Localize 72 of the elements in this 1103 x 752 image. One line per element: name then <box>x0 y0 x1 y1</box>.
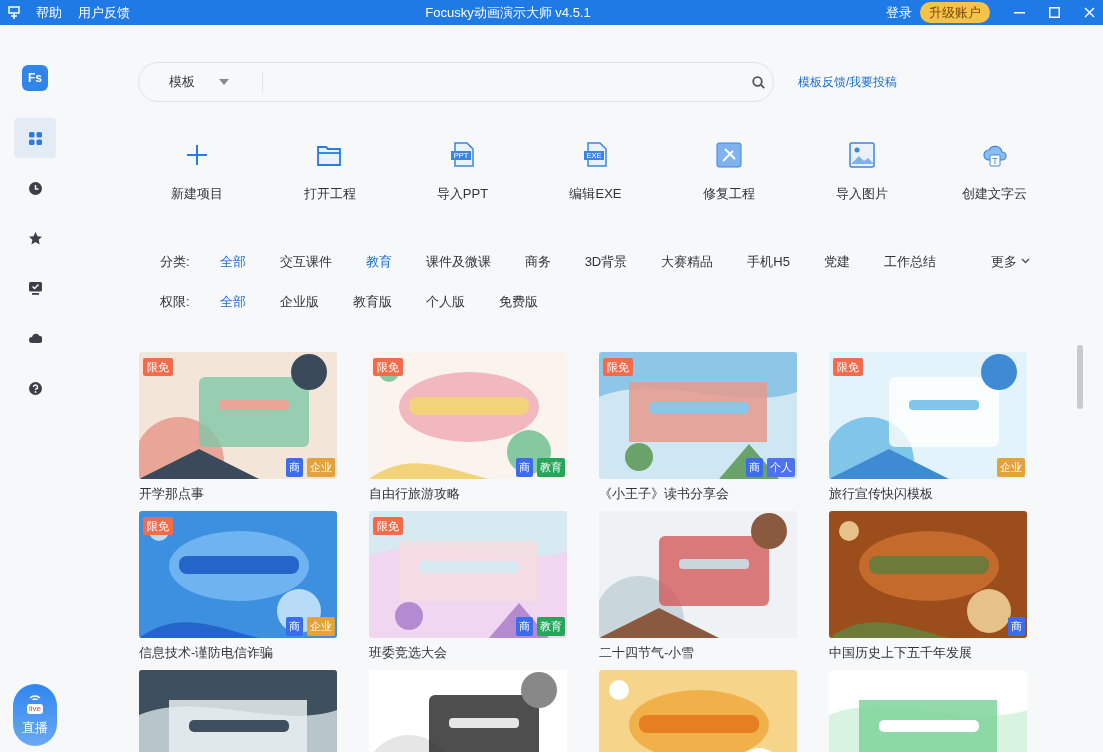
category-tab[interactable]: 课件及微课 <box>425 251 491 271</box>
tag-badge: 商 <box>516 617 533 636</box>
template-title: 开学那点事 <box>139 485 205 503</box>
template-title: 自由行旅游攻略 <box>369 485 461 503</box>
tag-badge: 企业 <box>997 458 1025 477</box>
template-title: 旅行宣传快闪模板 <box>829 485 934 503</box>
tag-badge: 教育 <box>537 458 565 477</box>
live-badge: live <box>27 704 43 715</box>
tag-badge: 商 <box>1008 617 1025 636</box>
feedback-link[interactable]: 模板反馈/我要投稿 <box>798 73 898 91</box>
tag-badge: 企业 <box>307 617 335 636</box>
clock-icon <box>28 181 42 195</box>
template-title: 班委竞选大会 <box>369 644 448 662</box>
template-title: 信息技术-谨防电信诈骗 <box>139 644 275 662</box>
tag-badge: 教育 <box>537 617 565 636</box>
pin-icon[interactable] <box>8 6 20 19</box>
category-label: 分类: <box>160 252 190 271</box>
permission-tab[interactable]: 教育版 <box>352 292 392 312</box>
maximize-icon[interactable] <box>1049 7 1060 18</box>
action-button[interactable]: 修复工程 <box>662 142 795 204</box>
permission-label: 权限: <box>160 293 190 311</box>
more-dropdown[interactable]: 更多 <box>991 251 1030 271</box>
action-button[interactable]: 导入图片 <box>795 142 928 204</box>
image-icon <box>848 142 875 168</box>
tag-badge: 商 <box>516 458 533 477</box>
search-icon[interactable] <box>752 75 765 89</box>
category-tab[interactable]: 教育 <box>365 251 392 271</box>
template-title: 《小王子》读书分享会 <box>599 485 730 503</box>
menu-item[interactable]: 用户反馈 <box>78 2 130 23</box>
grid-icon <box>28 131 42 145</box>
scope-dropdown[interactable]: 模板 <box>139 72 263 92</box>
template-title: 中国历史上下五千年发展 <box>829 644 973 662</box>
login-link[interactable]: 登录 <box>886 2 912 23</box>
tag-badge: 企业 <box>307 458 335 477</box>
category-tab[interactable]: 商务 <box>524 251 551 271</box>
scrollbar-thumb[interactable] <box>1077 345 1083 409</box>
permission-tab[interactable]: 个人版 <box>425 292 465 312</box>
category-tab[interactable]: 党建 <box>823 251 850 271</box>
upgrade-button[interactable]: 升级账户 <box>920 1 990 24</box>
scope-label: 模板 <box>169 73 195 92</box>
chevron-icon <box>1021 258 1030 265</box>
category-tab[interactable]: 大赛精品 <box>661 251 714 271</box>
category-tab[interactable]: 工作总结 <box>883 251 936 271</box>
app-logo: Fs <box>22 65 48 91</box>
minimize-icon[interactable] <box>1014 11 1025 14</box>
action-button[interactable]: T 创建文字云 <box>928 142 1061 204</box>
live-button[interactable]: live 直播 <box>13 684 57 746</box>
help-icon <box>28 381 42 395</box>
tag-badge: 商 <box>286 458 303 477</box>
search-field[interactable]: 模板 <box>138 62 774 102</box>
tag-badge: 商 <box>286 617 303 636</box>
permission-tab[interactable]: 全部 <box>219 292 246 312</box>
category-tab[interactable]: 交互课件 <box>279 251 332 271</box>
tag-badge: 商 <box>746 458 763 477</box>
cloud-icon <box>28 331 42 345</box>
action-button[interactable]: 打开工程 <box>263 142 396 204</box>
caret-icon <box>219 79 229 85</box>
live-label: 直播 <box>22 719 48 738</box>
monitor-icon <box>28 281 42 295</box>
template-title: 二十四节气-小雪 <box>599 644 696 662</box>
window-title: Focusky动画演示大师 v4.5.1 <box>425 4 591 20</box>
action-button[interactable]: 新建项目 <box>130 142 263 204</box>
permission-tab[interactable]: 企业版 <box>279 292 319 312</box>
category-tab[interactable]: 全部 <box>219 251 246 271</box>
category-tab[interactable]: 手机H5 <box>747 251 790 271</box>
category-tab[interactable]: 3D背景 <box>584 251 628 271</box>
signal-icon <box>28 692 42 701</box>
permission-tab[interactable]: 免费版 <box>498 292 538 312</box>
close-icon[interactable] <box>1084 7 1095 18</box>
menu-item[interactable]: 帮助 <box>36 2 62 23</box>
star-icon <box>28 231 42 245</box>
tag-badge: 个人 <box>767 458 795 477</box>
